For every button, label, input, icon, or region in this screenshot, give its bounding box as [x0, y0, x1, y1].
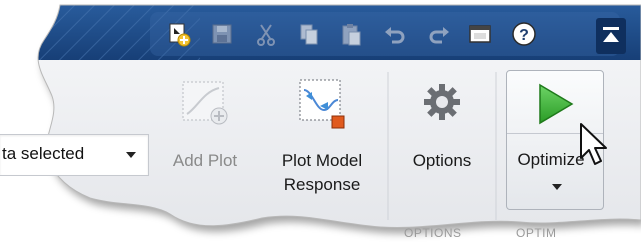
svg-text:?: ? — [519, 27, 529, 44]
plot-model-response-icon — [299, 79, 345, 129]
cut-icon[interactable] — [252, 20, 280, 48]
add-plot-label: Add Plot — [172, 151, 238, 170]
redo-icon[interactable] — [425, 20, 453, 48]
chevron-down-icon — [126, 152, 136, 158]
play-icon — [539, 83, 574, 125]
chevron-down-icon[interactable] — [551, 183, 563, 191]
section-label-options: OPTIONS — [404, 226, 462, 240]
undo-icon[interactable] — [381, 20, 409, 48]
window-icon[interactable] — [466, 20, 494, 48]
mouse-cursor-icon — [580, 123, 607, 165]
screenshot-stage: ? ta selected Add Plot Plot Model Respon… — [0, 0, 641, 250]
paste-icon[interactable] — [337, 20, 365, 48]
minimize-ribbon-icon[interactable] — [596, 18, 626, 54]
options-button[interactable]: Options — [396, 72, 488, 182]
save-icon[interactable] — [208, 20, 236, 48]
section-label-optimize: OPTIM — [516, 226, 557, 240]
plot-model-response-label-line2: Response — [283, 175, 361, 194]
copy-icon[interactable] — [295, 20, 323, 48]
data-dropdown[interactable]: ta selected — [0, 134, 149, 176]
add-plot-icon — [182, 81, 228, 125]
add-plot-button[interactable]: Add Plot — [160, 72, 250, 182]
gear-icon — [424, 84, 460, 120]
help-icon[interactable]: ? — [510, 20, 538, 48]
options-label: Options — [412, 151, 472, 170]
data-dropdown-value: ta selected — [2, 144, 85, 163]
plot-model-response-label-line1: Plot Model — [281, 151, 363, 170]
new-session-icon[interactable] — [165, 20, 193, 48]
plot-model-response-button[interactable]: Plot Model Response — [262, 72, 382, 202]
